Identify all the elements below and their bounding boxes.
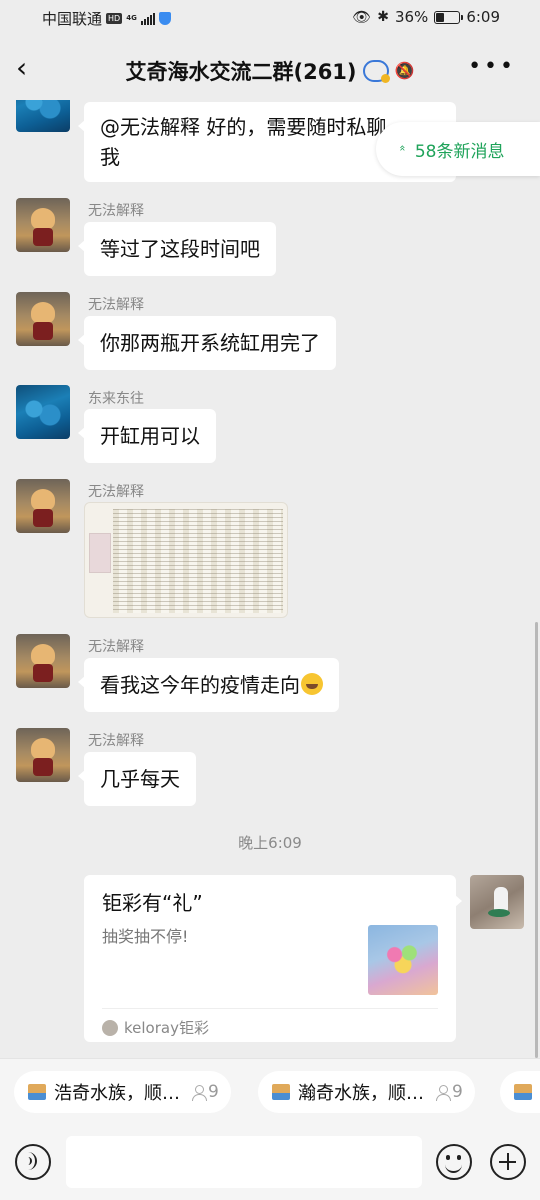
avatar[interactable] (16, 385, 70, 439)
chat-header: ‹ 艾奇海水交流二群(261) 🔕 ••• (0, 36, 540, 100)
network-type: 4G (126, 14, 137, 22)
message-bubble[interactable]: 开缸用可以 (78, 409, 216, 463)
message-text: 等过了这段时间吧 (100, 237, 260, 261)
battery-icon (434, 10, 464, 24)
quick-group-pill[interactable]: 浩奇水族，顺… 9 (14, 1071, 231, 1113)
my-avatar[interactable] (470, 875, 524, 929)
group-name: 瀚奇水族，顺… (298, 1083, 424, 1104)
source-logo-icon (102, 1019, 118, 1036)
image-message[interactable] (84, 502, 288, 618)
group-name: 浩奇水族，顺… (54, 1083, 180, 1104)
more-actions-icon[interactable] (490, 1144, 526, 1180)
card-description: 抽奖抽不停! (102, 927, 189, 946)
member-count: 9 (452, 1082, 463, 1102)
new-messages-button[interactable]: ›› 58条新消息 (376, 122, 540, 176)
message-bubble[interactable]: 等过了这段时间吧 (78, 222, 276, 276)
group-icon (272, 1084, 290, 1100)
status-bar: 中国联通 HD 4G 👁 ✱ 36% 6:09 (0, 0, 540, 36)
card-thumbnail (368, 925, 438, 995)
person-icon (192, 1084, 207, 1101)
input-bar (0, 1124, 540, 1200)
avatar[interactable] (16, 292, 70, 346)
more-options-icon[interactable]: ••• (468, 56, 516, 78)
avatar[interactable] (16, 728, 70, 782)
message-text: 看我这今年的疫情走向 (100, 673, 300, 697)
mute-bell-icon: 🔕 (394, 61, 415, 80)
message-bubble[interactable]: 几乎每天 (78, 752, 196, 806)
message-bubble[interactable]: 你那两瓶开系统缸用完了 (78, 316, 336, 370)
new-messages-label: 58条新消息 (414, 141, 505, 162)
sender-name: 无法解释 (88, 484, 144, 500)
message-text: 开缸用可以 (100, 424, 200, 448)
message-text: 几乎每天 (100, 767, 180, 791)
clock: 6:09 (466, 8, 500, 26)
voice-input-icon[interactable] (15, 1144, 51, 1180)
message-bubble[interactable]: 看我这今年的疫情走向 (78, 658, 339, 712)
bluetooth-icon: ✱ (377, 9, 389, 25)
group-icon (514, 1084, 532, 1100)
sender-name: 无法解释 (88, 733, 144, 749)
card-source: keloray钜彩 (124, 1019, 209, 1037)
quick-groups-bar[interactable]: 浩奇水族，顺… 9 瀚奇水族，顺… 9 (0, 1058, 540, 1124)
chat-title: 艾奇海水交流二群(261) (125, 60, 357, 84)
group-assistant-icon[interactable] (362, 60, 390, 83)
quick-group-pill[interactable]: 瀚奇水族，顺… 9 (258, 1071, 475, 1113)
avatar[interactable] (16, 100, 70, 132)
avatar[interactable] (16, 479, 70, 533)
hd-badge: HD (106, 13, 123, 24)
chat-messages[interactable]: @无法解释 好的，需要随时私聊 我 ›› 58条新消息 无法解释 等过了这段时间… (0, 100, 540, 1058)
card-divider (102, 1008, 438, 1009)
mini-program-card[interactable]: 钜彩有“礼” 抽奖抽不停! keloray钜彩 (84, 875, 462, 1042)
avatar[interactable] (16, 198, 70, 252)
card-title: 钜彩有“礼” (102, 891, 203, 915)
signal-icon (140, 12, 155, 25)
double-up-icon: ›› (395, 146, 409, 152)
timestamp: 晚上6:09 (238, 834, 302, 852)
message-text: 你那两瓶开系统缸用完了 (100, 331, 320, 355)
avatar[interactable] (16, 634, 70, 688)
member-count: 9 (208, 1082, 219, 1102)
emoji-picker-icon[interactable] (436, 1144, 472, 1180)
sender-name: 无法解释 (88, 203, 144, 219)
message-input[interactable] (66, 1136, 422, 1188)
quick-group-pill[interactable] (500, 1071, 540, 1113)
battery-percent: 36% (394, 8, 429, 26)
group-icon (28, 1084, 46, 1100)
person-icon (436, 1084, 451, 1101)
sender-name: 东来东往 (88, 391, 144, 407)
carrier-label: 中国联通 (42, 10, 103, 28)
scrollbar[interactable] (535, 622, 538, 1058)
sender-name: 无法解释 (88, 297, 144, 313)
laughing-tears-emoji-icon (301, 673, 323, 695)
sender-name: 无法解释 (88, 639, 144, 655)
shield-icon (158, 12, 171, 25)
eye-icon: 👁 (352, 8, 372, 26)
